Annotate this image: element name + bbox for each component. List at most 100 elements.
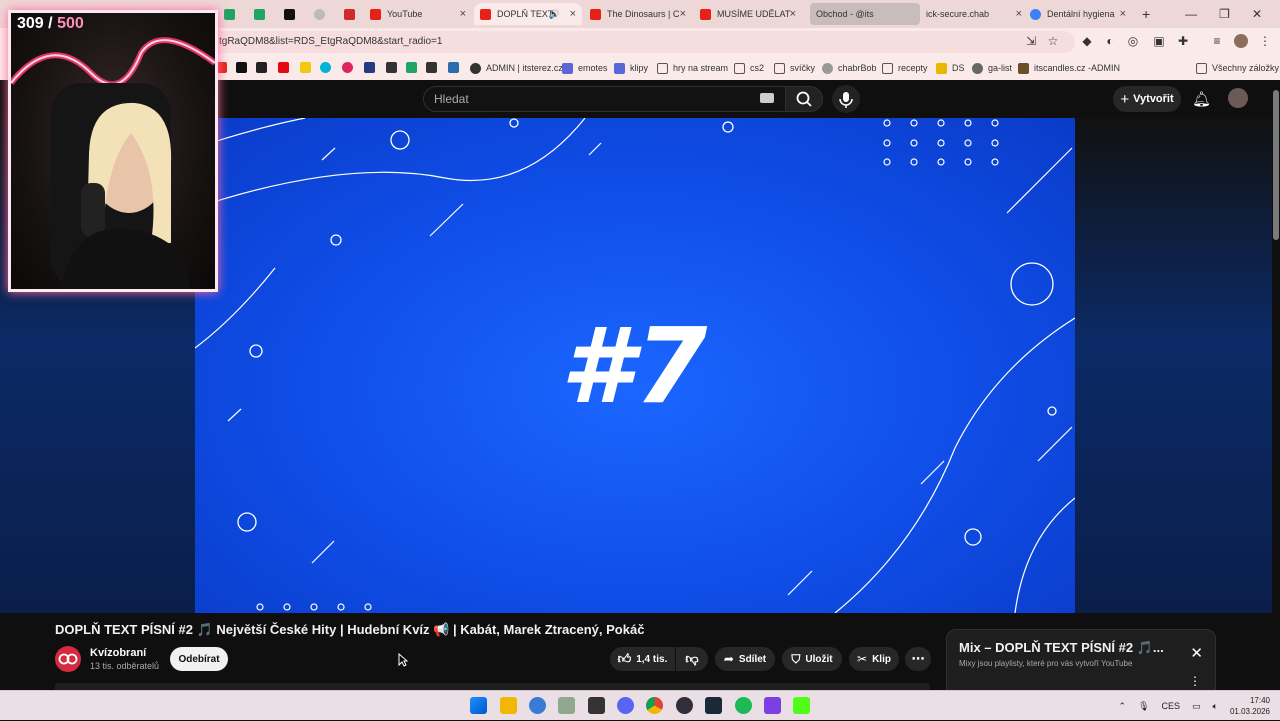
close-icon[interactable]: × [790,8,796,20]
tab-obchod[interactable]: Obchod - @its [810,3,920,25]
pinned-tab-sheets-2[interactable] [248,3,268,25]
bookmark-icon[interactable] [256,62,267,73]
video-player[interactable]: #7 [195,118,1075,613]
search-input[interactable]: Hledat [423,86,787,112]
mix-title[interactable]: Mix – DOPLŇ TEXT PÍSNÍ #2 🎵... [959,640,1164,656]
file-explorer-icon[interactable] [500,697,517,714]
bookmark-folder-cs2[interactable]: cs2 [734,61,764,75]
share-button[interactable]: ➦ Sdílet [715,647,775,671]
new-tab-button[interactable]: + [1136,3,1156,25]
voice-search-button[interactable] [832,85,860,113]
netflix-icon[interactable] [278,62,289,73]
subscribe-button[interactable]: Odebírat [170,647,228,671]
kick-icon[interactable] [793,697,810,714]
close-icon[interactable]: ✕ [1190,644,1203,662]
tab-youtube[interactable]: YouTube × [364,3,472,25]
maximize-icon[interactable]: ❐ [1219,7,1230,21]
minecraft-icon[interactable] [588,697,605,714]
pinned-tab-sheets[interactable] [218,3,238,25]
volume-icon[interactable]: 🔈︎ [1213,701,1218,712]
bookmark-icon[interactable] [300,62,311,73]
input-language[interactable]: CES [1162,701,1181,711]
clock[interactable]: 17:40 01.03.2026 [1230,695,1270,717]
close-icon[interactable]: × [680,8,686,20]
discord-icon[interactable] [617,697,634,714]
bookmark-itscandles-admin[interactable]: itscandles.cz -ADMIN [1018,61,1120,75]
tab-dentalni-hygiena[interactable]: Dentální hygiena × [1024,3,1132,25]
extension-icon[interactable]: ▣ [1152,34,1166,48]
keyboard-icon[interactable] [760,93,774,103]
extension-icon[interactable]: ◎ [1126,34,1140,48]
channel-avatar[interactable] [55,646,81,672]
menu-dots-icon[interactable]: ⋮ [1258,34,1272,48]
profile-avatar[interactable] [1234,34,1248,48]
reading-list-icon[interactable]: ≡ [1210,34,1224,48]
close-icon[interactable]: × [1016,8,1022,20]
microphone-tray-icon[interactable]: 🎙︎ [1138,701,1149,712]
obs-icon[interactable] [676,697,693,714]
tab-doplN-text[interactable]: DOPLŇ TEXT 🔊 × [474,3,582,25]
bookmark-icon[interactable] [406,62,417,73]
extension-icon[interactable]: ◐ [1103,34,1117,48]
close-icon[interactable]: × [570,8,576,20]
url-field[interactable]: tgRaQDM8&list=RDS_EtgRaQDM8&start_radio=… [205,31,1075,53]
save-button[interactable]: ⛉ Uložit [782,647,842,671]
close-icon[interactable]: × [460,8,466,20]
account-avatar[interactable] [1228,88,1248,108]
bookmark-chabrbob[interactable]: chabrBob [822,61,877,75]
description-box-edge[interactable] [55,683,930,690]
more-actions-button[interactable]: ⋯ [905,647,931,671]
dislike-button[interactable]: 👎︎ [676,647,708,671]
bookmark-icon[interactable] [342,62,353,73]
bookmark-all-bookmarks[interactable]: Všechny záložky [1196,61,1279,75]
bookmark-star-icon[interactable]: ☆ [1046,34,1060,48]
mix-playlist-panel[interactable]: Mix – DOPLŇ TEXT PÍSNÍ #2 🎵... Mixy jsou… [946,629,1216,691]
chrome-icon[interactable] [646,697,663,714]
bookmark-emotes[interactable]: emotes [562,61,608,75]
app-icon[interactable] [764,697,781,714]
audio-icon[interactable]: 🔊 [549,9,560,20]
bookmark-ga-list[interactable]: ga-list [972,61,1012,75]
spotify-icon[interactable] [735,697,752,714]
network-icon[interactable]: ▭ [1192,701,1201,712]
extension-icon[interactable]: ◆ [1080,34,1094,48]
pinned-tab-red[interactable] [338,3,358,25]
create-button[interactable]: + Vytvořit [1113,86,1181,112]
install-icon[interactable]: ⇲ [1024,34,1038,48]
steam-icon[interactable] [705,697,722,714]
tab-musime-udelat[interactable]: MUSÍME UDĚLAT × [694,3,802,25]
bookmark-folder-svicky[interactable]: svíčky [774,61,815,75]
bookmark-icon[interactable] [448,62,459,73]
notifications-bell-icon[interactable]: 🔔︎ [1192,90,1211,108]
download-icon[interactable] [426,62,437,73]
minimize-icon[interactable]: — [1185,7,1197,21]
paypal-icon[interactable] [364,62,375,73]
close-icon[interactable]: × [1120,8,1126,20]
tab-quick-secure[interactable]: ick-secure.chab × [920,3,1028,25]
page-background-right [1075,118,1272,613]
microphone-icon [839,92,853,108]
bookmark-klipy[interactable]: klipy [614,61,648,75]
bookmark-icon[interactable] [386,62,397,73]
bookmark-icon[interactable] [320,62,331,73]
close-window-icon[interactable]: ✕ [1252,7,1262,21]
scrollbar-thumb[interactable] [1273,90,1279,240]
bookmark-admin-itsterez[interactable]: ADMIN | itsterez.cz [470,61,563,75]
more-vertical-icon[interactable]: ⋮ [1189,674,1201,688]
chevron-up-icon[interactable]: ⌃ [1119,701,1127,712]
tab-the-dinosaurs[interactable]: The Dinosaurs | C × [584,3,692,25]
clip-button[interactable]: ✂ Klip [849,647,899,671]
bookmark-ds[interactable]: DS [936,61,965,75]
bookmark-folder-recepty[interactable]: recepty [882,61,928,75]
channel-name[interactable]: Kvízobraní [90,647,146,659]
bookmark-folder-hry-na-stream[interactable]: hry na stream [657,61,728,75]
app-icon[interactable] [529,697,546,714]
start-windows-icon[interactable] [470,697,487,714]
extensions-puzzle-icon[interactable]: ✚ [1176,34,1190,48]
app-icon[interactable] [558,697,575,714]
search-button[interactable] [785,86,823,112]
x-icon[interactable] [236,62,247,73]
pinned-tab-kick[interactable] [278,3,298,25]
like-button[interactable]: 👍︎ 1,4 tis. [610,647,675,671]
pinned-tab-gear[interactable] [308,3,328,25]
